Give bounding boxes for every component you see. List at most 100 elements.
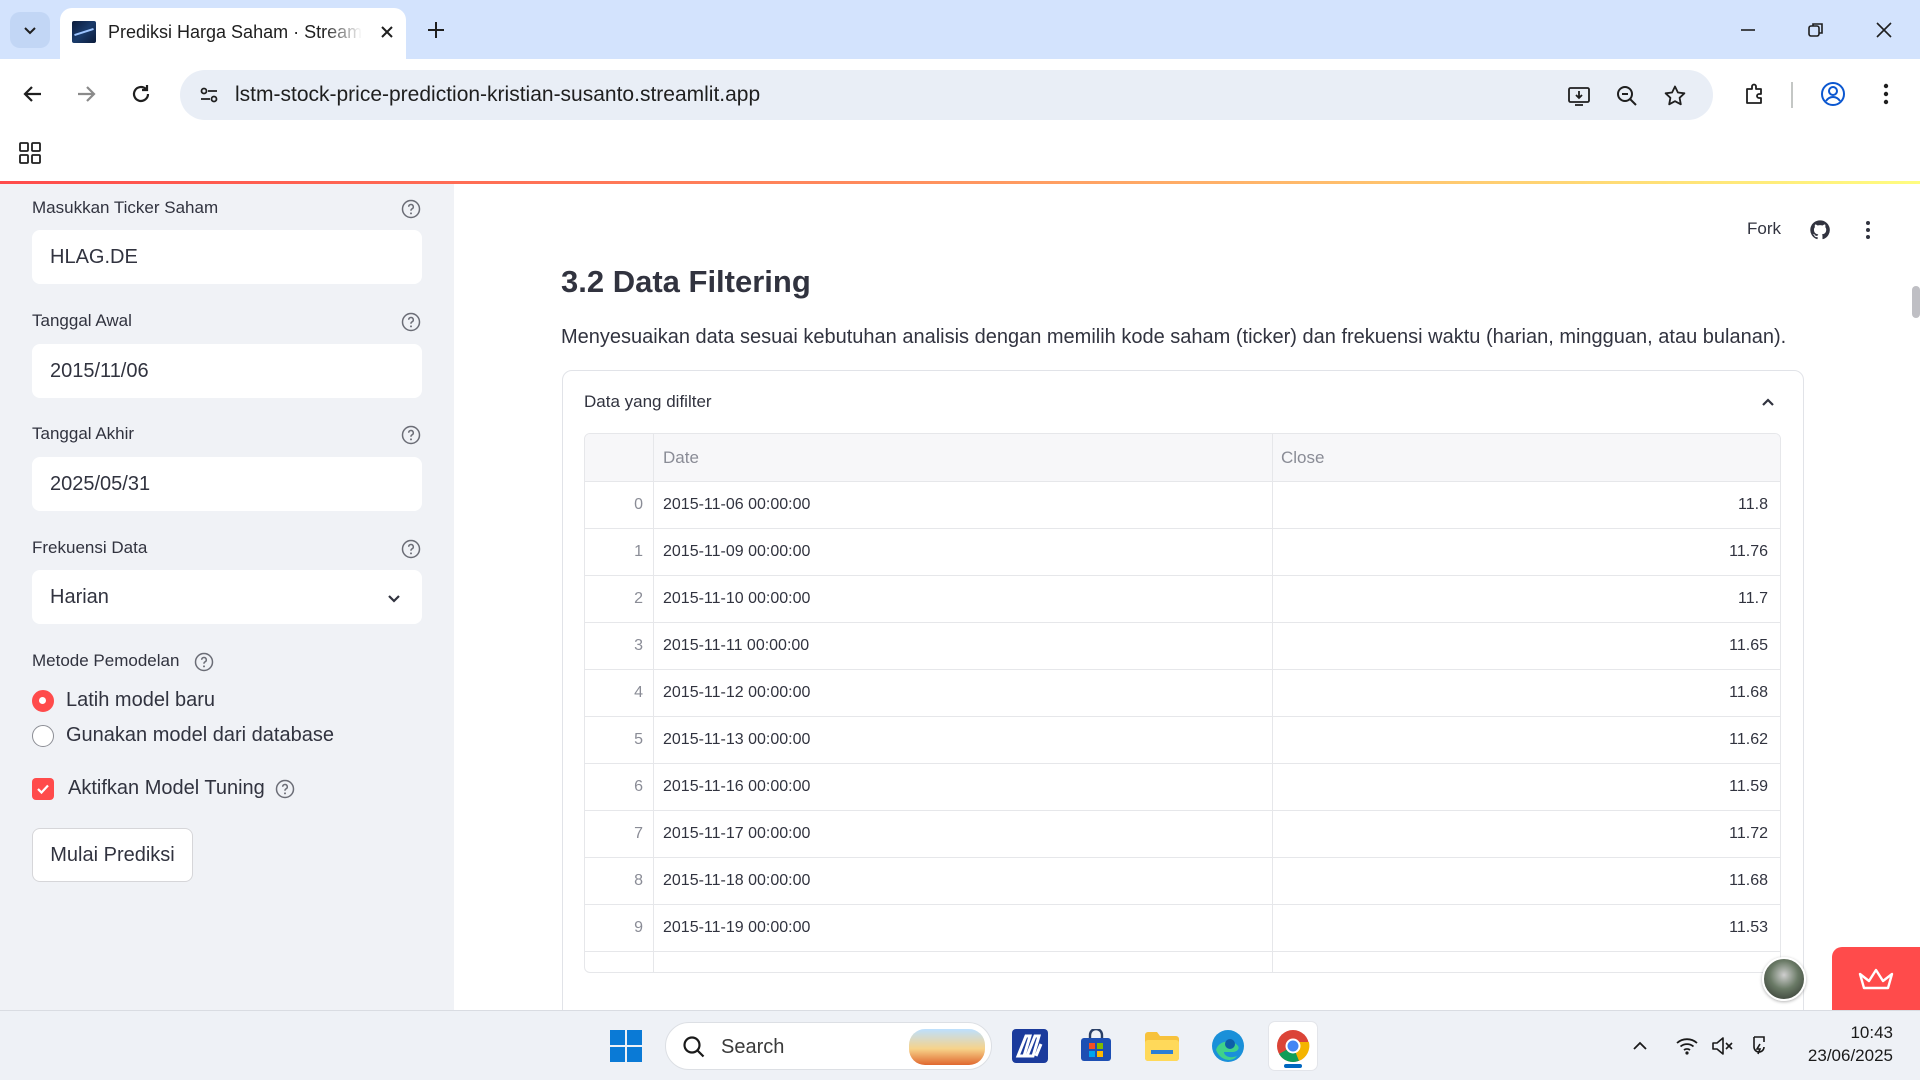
start-prediction-button[interactable]: Mulai Prediksi [32,828,193,882]
radio-unselected-icon[interactable] [32,724,54,747]
table-row[interactable]: 7 2015-11-17 00:00:00 11.72 [585,811,1780,858]
cell-date[interactable]: 2015-11-19 00:00:00 [663,919,810,937]
taskbar-clock[interactable]: 10:43 23/06/2025 [1783,1021,1893,1067]
table-row[interactable]: 0 2015-11-06 00:00:00 11.8 [585,482,1780,529]
cell-close[interactable]: 11.62 [1729,731,1768,749]
main-scrollbar[interactable] [1912,286,1920,318]
table-row[interactable]: 5 2015-11-13 00:00:00 11.62 [585,717,1780,764]
frequency-select[interactable]: Harian [32,570,422,624]
start-button[interactable] [602,1022,650,1070]
help-icon[interactable] [400,198,422,220]
tab-title: Prediksi Harga Saham · Streamlit [108,22,362,42]
user-avatar[interactable] [1762,957,1806,1001]
close-window-button[interactable] [1860,8,1908,52]
expander-title[interactable]: Data yang difilter [584,392,712,412]
windows-logo-icon [610,1030,642,1062]
apps-grid-icon[interactable] [14,137,46,169]
cell-close[interactable]: 11.76 [1729,543,1768,561]
cell-close[interactable]: 11.72 [1729,825,1768,843]
cell-date[interactable]: 2015-11-06 00:00:00 [663,496,810,514]
fork-button[interactable]: Fork [1747,219,1781,239]
cell-date[interactable]: 2015-11-11 00:00:00 [663,637,809,655]
address-bar[interactable]: lstm-stock-price-prediction-kristian-sus… [180,70,1713,120]
restore-button[interactable] [1792,8,1840,52]
taskbar-app-copilot[interactable] [1006,1022,1054,1070]
profile-icon[interactable] [1813,74,1853,114]
browser-menu-icon[interactable] [1866,74,1906,114]
new-tab-button[interactable] [418,13,454,47]
arrow-left-icon [23,86,41,102]
cell-date[interactable]: 2015-11-17 00:00:00 [663,825,810,843]
show-hidden-icons-chevron-icon[interactable] [1625,1031,1655,1061]
table-row[interactable]: 8 2015-11-18 00:00:00 11.68 [585,858,1780,905]
cell-date[interactable]: 2015-11-12 00:00:00 [663,684,810,702]
cell-close[interactable]: 11.65 [1729,637,1768,655]
site-info-icon[interactable] [192,78,226,112]
table-row[interactable]: 9 2015-11-19 00:00:00 11.53 [585,905,1780,952]
cell-close[interactable]: 11.68 [1729,872,1768,890]
tuning-checkbox[interactable]: Aktifkan Model Tuning [32,777,295,800]
end-date-input[interactable]: 2025/05/31 [32,457,422,511]
reload-button[interactable] [121,74,161,114]
help-icon[interactable] [400,424,422,446]
table-row[interactable]: 2 2015-11-10 00:00:00 11.7 [585,576,1780,623]
battery-charging-icon[interactable] [1744,1031,1774,1061]
zoom-icon[interactable] [1610,79,1644,113]
cell-close[interactable]: 11.68 [1729,684,1768,702]
taskbar-app-file-explorer[interactable] [1138,1022,1186,1070]
cell-close[interactable]: 11.53 [1729,919,1768,937]
cell-close[interactable]: 11.8 [1738,496,1768,514]
taskbar-app-chrome[interactable] [1269,1022,1317,1070]
taskbar-search[interactable]: Search [665,1022,992,1070]
cell-close[interactable]: 11.7 [1738,590,1768,608]
checkbox-checked-icon[interactable] [32,777,54,800]
ticker-input[interactable]: HLAG.DE [32,230,422,284]
chevron-up-icon[interactable] [1756,390,1780,414]
help-icon[interactable] [400,311,422,333]
github-icon[interactable] [1806,216,1834,244]
cell-date[interactable]: 2015-11-13 00:00:00 [663,731,810,749]
tab-search-button[interactable] [10,12,50,48]
install-app-icon[interactable] [1562,79,1596,113]
radio-option-database-model[interactable]: Gunakan model dari database [32,724,334,747]
cell-close[interactable]: 11.59 [1729,778,1768,796]
minimize-button[interactable] [1724,8,1772,52]
taskbar-app-store[interactable] [1072,1022,1120,1070]
method-label: Metode Pemodelan [32,651,180,670]
browser-tab-active[interactable]: Prediksi Harga Saham · Streamlit [60,8,406,59]
end-date-value: 2025/05/31 [50,473,151,495]
extensions-icon[interactable] [1735,74,1775,114]
help-icon[interactable] [275,779,295,799]
streamlit-badge[interactable] [1832,947,1920,1010]
help-icon[interactable] [400,538,422,560]
app-menu-icon[interactable] [1854,216,1882,244]
reload-icon [132,85,150,103]
table-row[interactable]: 6 2015-11-16 00:00:00 11.59 [585,764,1780,811]
cell-date[interactable]: 2015-11-16 00:00:00 [663,778,810,796]
row-index: 9 [634,919,643,936]
table-row[interactable]: 3 2015-11-11 00:00:00 11.65 [585,623,1780,670]
forward-button[interactable] [66,74,106,114]
wifi-icon[interactable] [1672,1031,1702,1061]
browser-tabstrip: Prediksi Harga Saham · Streamlit [0,0,1920,59]
help-icon[interactable] [193,651,215,673]
start-date-input[interactable]: 2015/11/06 [32,344,422,398]
column-header-close[interactable]: Close [1281,448,1324,468]
column-header-date[interactable]: Date [663,448,699,468]
table-row[interactable]: 4 2015-11-12 00:00:00 11.68 [585,670,1780,717]
volume-muted-icon[interactable] [1708,1031,1738,1061]
table-header: Date Close [585,434,1780,482]
bookmark-star-icon[interactable] [1658,79,1692,113]
streamlit-app: Masukkan Ticker Saham HLAG.DE Tanggal Aw… [0,184,1920,1010]
back-button[interactable] [13,74,53,114]
data-table[interactable]: Date Close 0 2015-11-06 00:00:00 11.8 1 2015… [584,433,1781,973]
radio-option-new-model[interactable]: Latih model baru [32,689,215,712]
cell-date[interactable]: 2015-11-09 00:00:00 [663,543,810,561]
radio-selected-icon[interactable] [32,689,54,712]
cell-date[interactable]: 2015-11-10 00:00:00 [663,590,810,608]
cell-date[interactable]: 2015-11-18 00:00:00 [663,872,810,890]
table-row[interactable]: 1 2015-11-09 00:00:00 11.76 [585,529,1780,576]
arrow-right-icon [78,86,96,102]
taskbar-app-edge[interactable] [1204,1022,1252,1070]
tab-close-icon[interactable] [374,19,400,45]
